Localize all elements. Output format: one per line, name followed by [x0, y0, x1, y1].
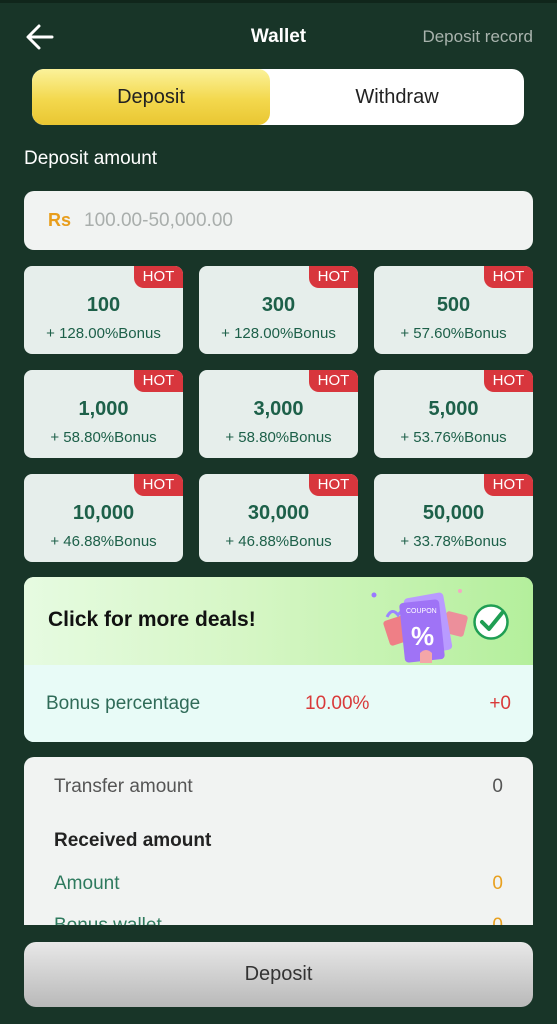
deposit-button[interactable]: Deposit	[24, 942, 533, 1007]
preset-amount: 3,000	[253, 398, 304, 420]
hot-badge: HOT	[309, 370, 358, 392]
svg-text:%: %	[411, 621, 434, 651]
preset-bonus: + 58.80%Bonus	[50, 429, 157, 446]
preset-amount-option[interactable]: HOT 50,000 + 33.78%Bonus	[374, 474, 533, 562]
currency-label: Rs	[48, 210, 72, 230]
hot-badge: HOT	[484, 370, 533, 392]
preset-amount: 10,000	[72, 502, 135, 524]
preset-amount: 1,000	[78, 398, 129, 420]
bottom-bar: Deposit	[0, 925, 557, 1024]
preset-amount: 50,000	[422, 502, 485, 524]
preset-bonus: + 33.78%Bonus	[400, 533, 507, 550]
deposit-amount-label: Deposit amount	[24, 148, 158, 169]
preset-amount-option[interactable]: HOT 10,000 + 46.88%Bonus	[24, 474, 183, 562]
transfer-amount-label: Transfer amount	[54, 776, 193, 797]
transfer-amount-value: 0	[492, 776, 503, 797]
preset-amount: 100	[86, 294, 121, 316]
bonus-percentage-value: 10.00%	[305, 693, 370, 714]
preset-amount-option[interactable]: HOT 100 + 128.00%Bonus	[24, 266, 183, 354]
hot-badge: HOT	[484, 474, 533, 496]
hot-badge: HOT	[309, 474, 358, 496]
hot-badge: HOT	[134, 370, 183, 392]
preset-bonus: + 46.88%Bonus	[50, 533, 157, 550]
deals-title: Click for more deals!	[48, 608, 256, 631]
preset-bonus: + 57.60%Bonus	[400, 325, 507, 342]
preset-amount-option[interactable]: HOT 500 + 57.60%Bonus	[374, 266, 533, 354]
bonus-amount-value: +0	[489, 693, 511, 714]
amount-input[interactable]	[82, 201, 516, 241]
preset-bonus: + 53.76%Bonus	[400, 429, 507, 446]
more-deals-banner[interactable]: Click for more deals! COUPON %	[24, 577, 533, 665]
status-strip	[0, 0, 557, 3]
amount-label: Amount	[54, 873, 120, 894]
received-amount-label: Received amount	[54, 830, 212, 851]
deals-card: Click for more deals! COUPON % Bonus per…	[24, 577, 533, 742]
preset-amount: 500	[436, 294, 471, 316]
tab-withdraw[interactable]: Withdraw	[270, 69, 524, 125]
preset-bonus: + 46.88%Bonus	[225, 533, 332, 550]
preset-bonus: + 128.00%Bonus	[46, 325, 161, 342]
deposit-record-link[interactable]: Deposit record	[422, 27, 533, 47]
preset-amount-option[interactable]: HOT 30,000 + 46.88%Bonus	[199, 474, 358, 562]
preset-amount-option[interactable]: HOT 300 + 128.00%Bonus	[199, 266, 358, 354]
bonus-percentage-row: Bonus percentage 10.00% +0	[24, 665, 533, 742]
hot-badge: HOT	[134, 474, 183, 496]
preset-amount: 5,000	[428, 398, 479, 420]
hot-badge: HOT	[134, 266, 183, 288]
preset-bonus: + 128.00%Bonus	[221, 325, 336, 342]
coupon-icon-text: COUPON	[406, 608, 437, 615]
preset-amount-option[interactable]: HOT 3,000 + 58.80%Bonus	[199, 370, 358, 458]
checkmark-icon	[473, 604, 509, 640]
preset-amount: 30,000	[247, 502, 310, 524]
tab-deposit[interactable]: Deposit	[32, 69, 270, 125]
preset-amount: 300	[261, 294, 296, 316]
coupon-icon: COUPON %	[371, 589, 468, 663]
hot-badge: HOT	[484, 266, 533, 288]
amount-input-box: Rs	[24, 191, 533, 250]
preset-amount-option[interactable]: HOT 5,000 + 53.76%Bonus	[374, 370, 533, 458]
preset-amount-option[interactable]: HOT 1,000 + 58.80%Bonus	[24, 370, 183, 458]
amount-value: 0	[492, 873, 503, 894]
tab-bar: Deposit Withdraw	[32, 69, 524, 125]
preset-bonus: + 58.80%Bonus	[225, 429, 332, 446]
header: Wallet Deposit record	[0, 12, 557, 60]
bonus-percentage-label: Bonus percentage	[46, 693, 201, 714]
hot-badge: HOT	[309, 266, 358, 288]
